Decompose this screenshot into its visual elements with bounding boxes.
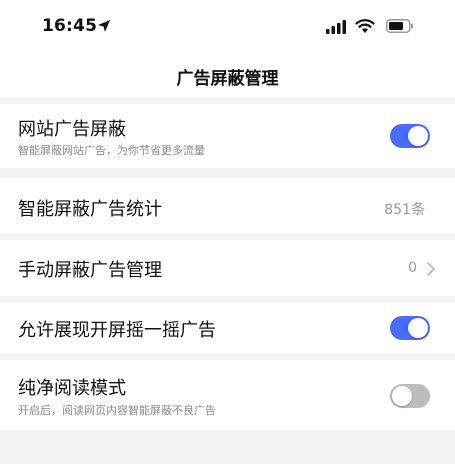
- battery-icon: [386, 19, 413, 33]
- location-arrow-icon: [98, 20, 110, 32]
- splash-shake-ad-row[interactable]: 允许展现开屏摇一摇广告: [0, 302, 455, 354]
- smart-block-stats-row[interactable]: 智能屏蔽广告统计 851条: [0, 178, 455, 234]
- toggle-knob: [408, 318, 428, 338]
- pure-reading-subtitle: 开启后，阅读网页内容智能屏蔽不良广告: [18, 404, 216, 417]
- smart-block-stats-value: 851条: [384, 202, 425, 218]
- pure-reading-toggle[interactable]: [390, 384, 430, 408]
- smart-block-stats-title: 智能屏蔽广告统计: [18, 199, 162, 220]
- manual-block-count: 0: [408, 260, 417, 276]
- pure-reading-title: 纯净阅读模式: [18, 378, 126, 399]
- website-ad-block-row[interactable]: 网站广告屏蔽 智能屏蔽网站广告，为你节省更多流量: [0, 104, 455, 168]
- toggle-knob: [408, 126, 428, 146]
- pure-reading-row[interactable]: 纯净阅读模式 开启后，阅读网页内容智能屏蔽不良广告: [0, 360, 455, 430]
- website-ad-block-title: 网站广告屏蔽: [18, 119, 126, 140]
- manual-block-row[interactable]: 手动屏蔽广告管理 0: [0, 240, 455, 296]
- cellular-signal-icon: [326, 20, 346, 34]
- status-time: 16:45: [42, 16, 98, 36]
- section-gap: [0, 168, 455, 178]
- website-ad-block-subtitle: 智能屏蔽网站广告，为你节省更多流量: [18, 144, 205, 157]
- nav-bar: 广告屏蔽管理: [0, 50, 455, 98]
- splash-shake-ad-title: 允许展现开屏摇一摇广告: [18, 320, 216, 341]
- page-title: 广告屏蔽管理: [176, 69, 279, 89]
- splash-shake-ad-toggle[interactable]: [390, 316, 430, 340]
- toggle-knob: [392, 386, 412, 406]
- wifi-icon: [355, 19, 375, 33]
- website-ad-block-toggle[interactable]: [390, 124, 430, 148]
- chevron-right-icon: [427, 262, 435, 276]
- status-bar: 16:45: [0, 0, 455, 50]
- manual-block-title: 手动屏蔽广告管理: [18, 260, 162, 281]
